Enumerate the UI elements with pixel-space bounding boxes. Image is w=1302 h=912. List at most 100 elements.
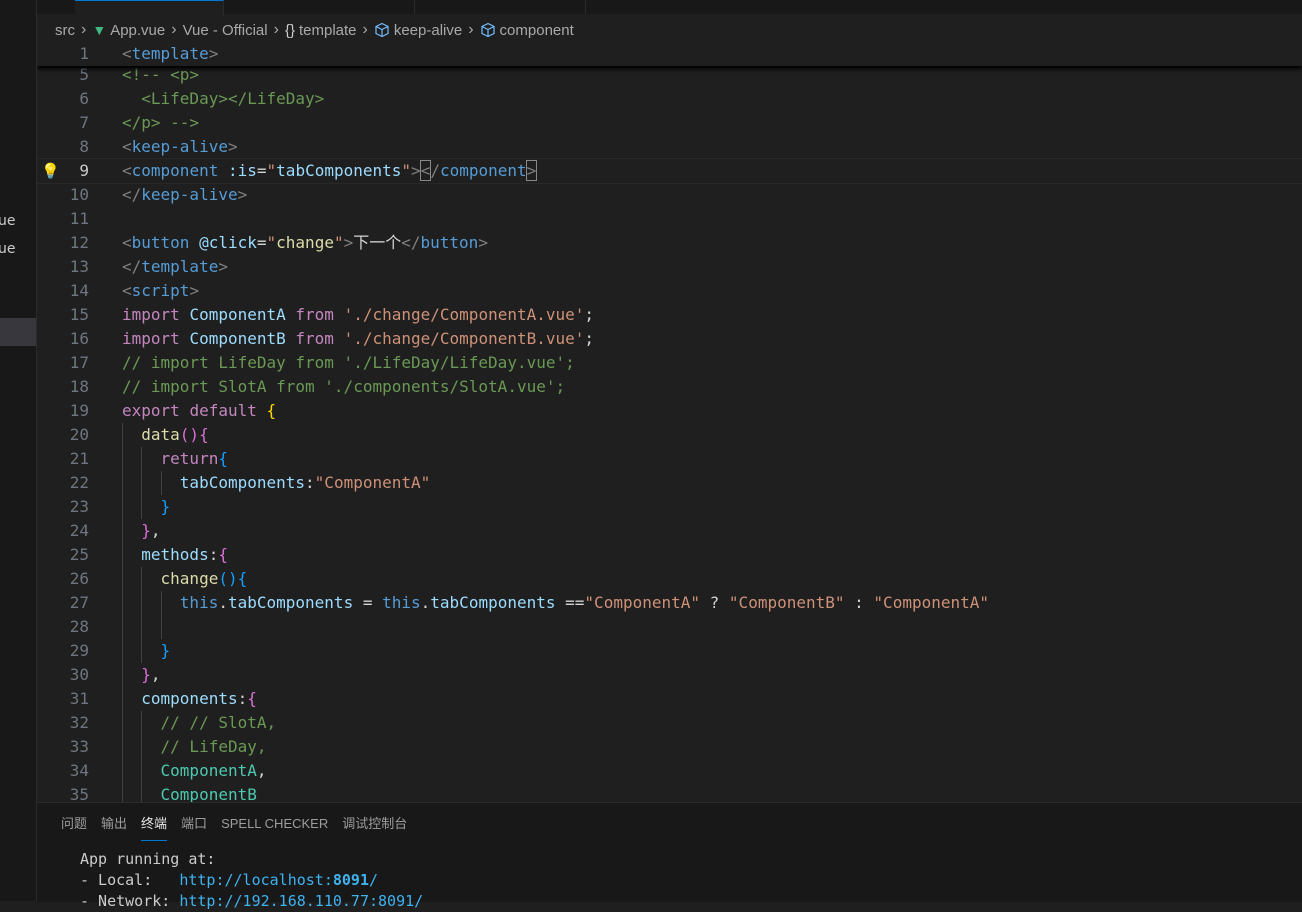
tab-secondary[interactable] xyxy=(224,0,415,14)
code-token: <!-- <p> xyxy=(122,65,200,84)
code-token: > xyxy=(343,233,354,252)
code-token: > xyxy=(237,185,248,204)
code-token: change xyxy=(160,569,219,588)
code-line[interactable]: 14 <script> xyxy=(37,279,1302,303)
sidebar-selected-item[interactable] xyxy=(0,318,36,346)
explorer-sidebar: ue ue xyxy=(0,0,37,901)
breadcrumb-label: template xyxy=(298,21,357,39)
code-line[interactable]: 30 }, xyxy=(37,663,1302,687)
sidebar-file-fragment[interactable]: ue xyxy=(0,213,16,229)
breadcrumb-label: src xyxy=(55,21,75,39)
line-number: 35 xyxy=(69,785,89,802)
code-token: > xyxy=(189,281,200,300)
code-token: script xyxy=(131,281,190,300)
breadcrumb-item-keep-alive[interactable]: keep-alive xyxy=(374,22,462,39)
network-url-link[interactable]: http://192.168.110.77:8091/ xyxy=(179,892,423,910)
code-token: components xyxy=(141,689,238,708)
code-line[interactable]: 16 import ComponentB from './change/Compo… xyxy=(37,327,1302,351)
code-line[interactable]: 20 data(){ xyxy=(37,423,1302,447)
line-number: 10 xyxy=(69,185,89,204)
code-line[interactable]: 11 xyxy=(37,207,1302,231)
code-line[interactable]: 26 change(){ xyxy=(37,567,1302,591)
code-line[interactable]: 13 </template> xyxy=(37,255,1302,279)
code-line[interactable]: 18 // import SlotA from './components/Slo… xyxy=(37,375,1302,399)
code-line[interactable]: 25 methods:{ xyxy=(37,543,1302,567)
sidebar-file-fragment[interactable]: ue xyxy=(0,241,16,257)
code-line[interactable]: 9 💡 <component :is="tabComponents"></compo… xyxy=(37,158,1302,184)
tab-ports[interactable]: 端口 xyxy=(181,803,221,839)
code-line[interactable]: 5 <!-- <p> xyxy=(37,63,1302,87)
code-line[interactable]: 28 xyxy=(37,615,1302,639)
code-line[interactable]: 12 <button @click="change">下一个</button> xyxy=(37,231,1302,255)
code-token: </ xyxy=(122,257,142,276)
code-editor[interactable]: 1 <template> 5 <!-- <p> 6 <LifeDay></LifeDay… xyxy=(37,45,1302,802)
code-token: methods xyxy=(141,545,209,564)
code-line[interactable]: 34 ComponentA, xyxy=(37,759,1302,783)
line-number: 24 xyxy=(69,521,89,540)
code-text: } xyxy=(122,495,171,519)
cube-icon xyxy=(480,22,495,38)
breadcrumb-item-app-vue[interactable]: ▼ App.vue xyxy=(92,22,165,39)
code-token: "ComponentA" xyxy=(873,593,990,612)
code-line[interactable]: 27 this.tabComponents = this.tabComponen… xyxy=(37,591,1302,615)
code-line[interactable]: 33 // LifeDay, xyxy=(37,735,1302,759)
tab-problems[interactable]: 问题 xyxy=(61,803,101,839)
breadcrumb-item-vue-official[interactable]: Vue - Official xyxy=(183,22,268,39)
tab-spell-checker[interactable]: SPELL CHECKER xyxy=(221,803,342,839)
code-line[interactable]: 15 import ComponentA from './change/Compo… xyxy=(37,303,1302,327)
line-number: 21 xyxy=(69,449,89,468)
code-token: tabComponents xyxy=(276,161,402,180)
code-line[interactable]: 19 export default { xyxy=(37,399,1302,423)
terminal-output[interactable]: App running at: - Local: http://localhos… xyxy=(80,849,423,912)
code-line[interactable]: 10 </keep-alive> xyxy=(37,183,1302,207)
sticky-scroll-line[interactable]: 1 <template> xyxy=(37,45,1302,66)
lightbulb-icon[interactable]: 💡 xyxy=(41,159,60,183)
code-token: > xyxy=(478,233,488,252)
code-token: = xyxy=(256,161,267,180)
tab-terminal[interactable]: 终端 xyxy=(141,803,181,841)
editor-tabs xyxy=(37,0,1302,15)
code-line[interactable]: 7 </p> --> xyxy=(37,111,1302,135)
line-number: 23 xyxy=(69,497,89,516)
code-line[interactable]: 22 tabComponents:"ComponentA" xyxy=(37,471,1302,495)
code-line[interactable]: 6 <LifeDay></LifeDay> xyxy=(37,87,1302,111)
code-token: " xyxy=(266,161,277,180)
code-line[interactable]: 35 ComponentB xyxy=(37,783,1302,802)
breadcrumb-item-src[interactable]: src xyxy=(55,22,75,39)
tab-app-vue[interactable] xyxy=(75,0,224,15)
breadcrumb-item-template[interactable]: {} template xyxy=(285,22,357,39)
code-line[interactable]: 32 // // SlotA, xyxy=(37,711,1302,735)
tab-tertiary[interactable] xyxy=(415,0,586,14)
code-token: import xyxy=(122,305,180,324)
cube-icon xyxy=(375,22,389,38)
code-token: > xyxy=(227,137,238,156)
tab-debug-console[interactable]: 调试控制台 xyxy=(342,803,421,839)
line-number: 14 xyxy=(69,281,89,300)
code-token: change xyxy=(276,233,334,252)
tab-output[interactable]: 输出 xyxy=(101,803,141,839)
code-line[interactable]: 31 components:{ xyxy=(37,687,1302,711)
code-line[interactable]: 29 } xyxy=(37,639,1302,663)
code-token: this xyxy=(179,593,219,612)
code-line[interactable]: 8 <keep-alive> xyxy=(37,135,1302,159)
code-line[interactable]: 24 }, xyxy=(37,519,1302,543)
breadcrumb-label: App.vue xyxy=(110,21,166,39)
line-number: 19 xyxy=(69,401,89,420)
code-text: } xyxy=(122,639,171,663)
breadcrumb-item-component[interactable]: component xyxy=(480,22,574,39)
local-url-link[interactable]: http://localhost:8091/ xyxy=(179,871,378,889)
code-text: // import SlotA from './components/SlotA… xyxy=(122,375,565,399)
code-line[interactable]: 21 return{ xyxy=(37,447,1302,471)
code-text: <component :is="tabComponents"></compone… xyxy=(122,159,538,183)
code-line[interactable]: 23 } xyxy=(37,495,1302,519)
code-text: }, xyxy=(122,519,160,543)
code-token: < xyxy=(122,137,132,156)
terminal-local-label: - Local: xyxy=(80,871,180,889)
code-line[interactable]: 17 // import LifeDay from './LifeDay/Life… xyxy=(37,351,1302,375)
